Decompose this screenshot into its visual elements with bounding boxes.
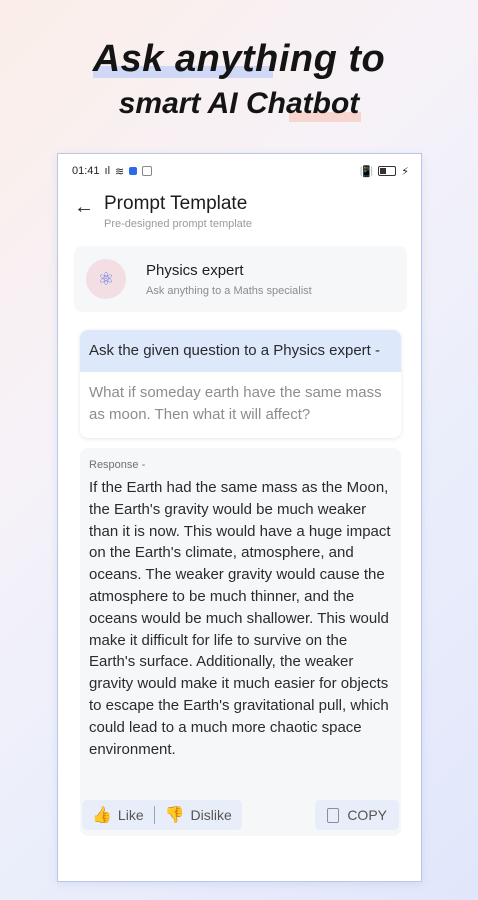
promo-title-line1: Ask anything to [92, 38, 386, 80]
phone-screen: 01:41 ıl ≋ 📳 ⚡ ← Prompt Template Pre-des… [57, 153, 422, 882]
atom-icon: ⚛ [86, 259, 126, 299]
battery-icon [378, 166, 397, 176]
dislike-label: Dislike [190, 807, 232, 823]
expert-description: Ask anything to a Maths specialist [146, 284, 312, 297]
charging-icon: ⚡ [401, 165, 409, 178]
notification-app-icon [129, 167, 138, 175]
notification-gallery-icon [142, 166, 153, 176]
status-bar: 01:41 ıl ≋ 📳 ⚡ [58, 154, 421, 188]
copy-button[interactable]: COPY [315, 800, 399, 830]
feedback-group: 👍 Like 👎 Dislike [82, 800, 242, 830]
copy-icon [327, 807, 340, 823]
response-text: If the Earth had the same mass as the Mo… [89, 479, 391, 758]
thumbs-down-icon: 👎 [164, 807, 185, 824]
wifi-icon: ≋ [115, 165, 125, 178]
back-arrow-icon[interactable]: ← [74, 196, 104, 219]
thumbs-up-icon: 👍 [92, 807, 112, 824]
promo-header: Ask anything to smart AI Chatbot [0, 36, 478, 122]
expert-card[interactable]: ⚛ Physics expert Ask anything to a Maths… [74, 246, 407, 312]
expert-name: Physics expert [146, 261, 244, 279]
dislike-button[interactable]: 👎 Dislike [155, 805, 242, 825]
page-subtitle: Pre-designed prompt template [104, 218, 252, 230]
response-label: Response - [89, 459, 146, 471]
like-label: Like [117, 807, 144, 823]
page-header: ← Prompt Template Pre-designed prompt te… [58, 188, 421, 240]
response-card: Response - If the Earth had the same mas… [80, 448, 401, 836]
response-actions: 👍 Like 👎 Dislike COPY [80, 800, 401, 830]
like-button[interactable]: 👍 Like [82, 805, 154, 825]
page-title: Prompt Template [104, 193, 248, 214]
copy-label: COPY [347, 807, 387, 823]
vibrate-icon: 📳 [359, 165, 374, 178]
promo-title-line2: smart AI Chatbot [118, 87, 361, 122]
prompt-instruction: Ask the given question to a Physics expe… [80, 330, 401, 372]
prompt-box: Ask the given question to a Physics expe… [80, 330, 401, 438]
prompt-question[interactable]: What if someday earth have the same mass… [80, 372, 401, 438]
signal-icon: ıl [104, 165, 111, 177]
status-time: 01:41 [72, 165, 100, 177]
